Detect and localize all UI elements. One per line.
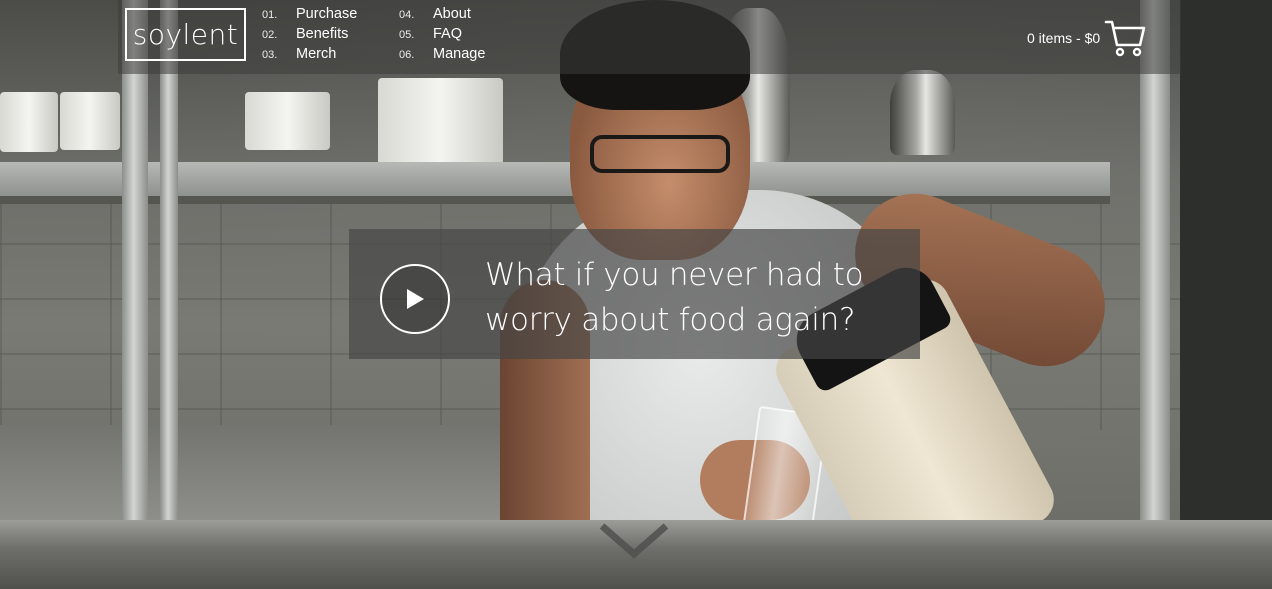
play-icon — [407, 289, 424, 309]
nav-column-2: 04. About 05. FAQ 06. Manage — [399, 6, 485, 66]
nav-number: 06. — [399, 49, 415, 61]
nav-label[interactable]: Purchase — [296, 6, 357, 22]
nav-label[interactable]: Manage — [433, 46, 485, 62]
nav-item-benefits[interactable]: 02. Benefits — [262, 26, 357, 46]
nav-label[interactable]: Merch — [296, 46, 336, 62]
chevron-down-icon[interactable] — [598, 520, 670, 560]
shelf-pole — [1140, 0, 1170, 589]
cart-icon[interactable] — [1104, 18, 1146, 58]
nav-number: 02. — [262, 29, 278, 41]
nav-number: 01. — [262, 9, 278, 21]
nav-label[interactable]: FAQ — [433, 26, 462, 42]
dark-panel — [1180, 0, 1272, 589]
nav-number: 05. — [399, 29, 415, 41]
nav-label[interactable]: About — [433, 6, 471, 22]
soylent-logo[interactable]: soylent — [125, 8, 246, 61]
play-video-button[interactable] — [380, 264, 450, 334]
nav-item-manage[interactable]: 06. Manage — [399, 46, 485, 66]
headline-line: What if you never had to — [485, 257, 864, 293]
cart-button[interactable]: 0 items - $0 — [1027, 18, 1146, 58]
nav-number: 03. — [262, 49, 278, 61]
nav-column-1: 01. Purchase 02. Benefits 03. Merch — [262, 6, 357, 66]
pitcher-small — [245, 92, 330, 150]
glasses — [590, 135, 730, 173]
cup-stack — [0, 92, 58, 152]
headline-line: worry about food again? — [485, 302, 856, 338]
sink — [0, 425, 520, 525]
hero-headline: What if you never had to worry about foo… — [485, 253, 905, 343]
nav-item-faq[interactable]: 05. FAQ — [399, 26, 485, 46]
nav-item-about[interactable]: 04. About — [399, 6, 485, 26]
bowl — [60, 92, 120, 150]
nav-number: 04. — [399, 9, 415, 21]
shelf-pole — [160, 0, 178, 589]
mug — [378, 78, 503, 166]
shelf-pole — [122, 0, 148, 589]
nav-item-purchase[interactable]: 01. Purchase — [262, 6, 357, 26]
cart-summary: 0 items - $0 — [1027, 30, 1101, 46]
nav-label[interactable]: Benefits — [296, 26, 348, 42]
nav-item-merch[interactable]: 03. Merch — [262, 46, 357, 66]
